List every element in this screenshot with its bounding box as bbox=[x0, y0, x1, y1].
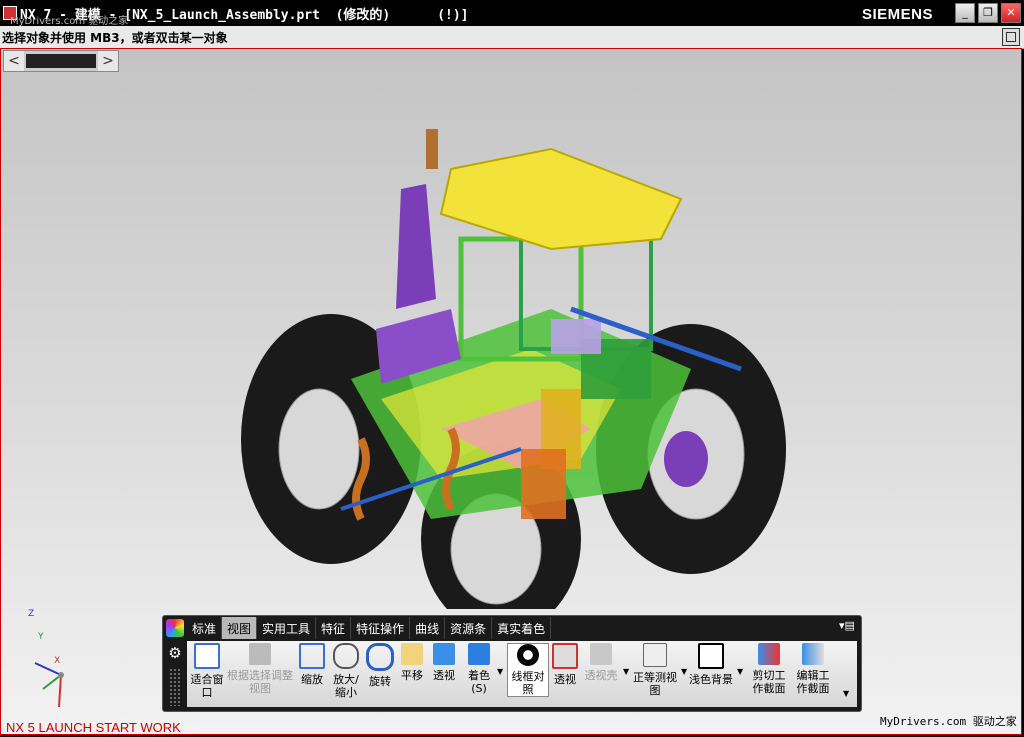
title-bar: NX 7 - 建模 - [NX_5_Launch_Assembly.prt (修… bbox=[0, 0, 1024, 27]
rotate-button[interactable]: 旋转 bbox=[365, 643, 395, 688]
tool-label: 透视 bbox=[433, 669, 455, 682]
fit-selection-icon bbox=[249, 643, 271, 665]
zoom-in-out-icon bbox=[333, 643, 359, 669]
toolbar-options-icon[interactable]: ▾▤ bbox=[839, 619, 857, 633]
maximize-button[interactable]: ❐ bbox=[978, 3, 998, 23]
tab-utilities[interactable]: 实用工具 bbox=[257, 617, 317, 639]
minimize-button[interactable]: _ bbox=[955, 3, 975, 23]
zoom-in-out-button[interactable]: 放大/缩小 bbox=[329, 643, 363, 699]
toolbar-buttons: 适合窗口 根据选择调整视图 缩放 放大/缩小 旋转 平移 透视 着色(S) ▼ … bbox=[187, 641, 857, 707]
edit-section-button[interactable]: 编辑工作截面 bbox=[793, 643, 833, 695]
shaded-button[interactable]: 着色(S) bbox=[463, 643, 495, 695]
see-through-shell-icon bbox=[590, 643, 612, 665]
edit-section-icon bbox=[802, 643, 824, 665]
nx-logo-icon[interactable] bbox=[166, 619, 184, 637]
wireframe-button[interactable]: 线框对照 bbox=[507, 643, 549, 697]
tab-curve[interactable]: 曲线 bbox=[410, 617, 446, 639]
tool-label: 透视 bbox=[554, 673, 576, 686]
full-screen-icon[interactable] bbox=[1002, 28, 1020, 46]
triad-x-label: X bbox=[54, 656, 61, 666]
tab-standard[interactable]: 标准 bbox=[187, 617, 223, 639]
fit-to-selection-button[interactable]: 根据选择调整视图 bbox=[227, 643, 293, 695]
tool-label: 剪切工作截面 bbox=[752, 669, 786, 695]
scroll-track[interactable] bbox=[26, 54, 96, 68]
pan-icon bbox=[401, 643, 423, 665]
see-through-shell-button[interactable]: 透视壳 bbox=[581, 643, 621, 682]
siemens-logo: SIEMENS bbox=[862, 6, 934, 23]
fit-button[interactable]: 适合窗口 bbox=[189, 643, 225, 699]
shaded-icon bbox=[468, 643, 490, 665]
tool-label: 浅色背景 bbox=[689, 673, 733, 686]
clip-section-icon bbox=[758, 643, 780, 665]
see-through-button[interactable]: 透视 bbox=[551, 643, 579, 686]
tab-resource-bar[interactable]: 资源条 bbox=[445, 617, 493, 639]
shaded-dropdown-icon[interactable]: ▼ bbox=[497, 667, 503, 676]
toolbar-more-icon[interactable]: ▼ bbox=[843, 689, 849, 698]
tool-label: 着色(S) bbox=[468, 669, 490, 695]
tool-label: 正等测视图 bbox=[633, 671, 677, 697]
cab-roof bbox=[439, 147, 683, 251]
tractor-assembly-model[interactable] bbox=[221, 129, 821, 609]
tool-label: 根据选择调整视图 bbox=[227, 669, 293, 695]
status-bar: 选择对象并使用 MB3，或者双击某一对象 bbox=[0, 26, 1024, 49]
toolbar-grip[interactable] bbox=[169, 668, 181, 706]
clip-section-button[interactable]: 剪切工作截面 bbox=[749, 643, 789, 695]
tool-label: 透视壳 bbox=[584, 669, 618, 682]
tool-label: 线框对照 bbox=[511, 670, 545, 696]
rear-hub bbox=[664, 431, 708, 487]
tab-feature[interactable]: 特征 bbox=[316, 617, 352, 639]
tab-view[interactable]: 视图 bbox=[222, 617, 258, 639]
tool-label: 旋转 bbox=[369, 675, 391, 688]
view-scroller[interactable]: < > bbox=[3, 50, 119, 72]
light-background-icon bbox=[698, 643, 724, 669]
background-dropdown-icon[interactable]: ▼ bbox=[737, 667, 743, 676]
toolbar-tabs: 标准 视图 实用工具 特征 特征操作 曲线 资源条 真实着色 bbox=[187, 617, 552, 639]
isometric-icon bbox=[643, 643, 667, 667]
view-toolbar: 标准 视图 实用工具 特征 特征操作 曲线 资源条 真实着色 ▾▤ ⚙ 适合窗口… bbox=[162, 615, 862, 712]
tool-label: 平移 bbox=[401, 669, 423, 682]
muffler-tip bbox=[426, 129, 438, 169]
pan-button[interactable]: 平移 bbox=[397, 643, 427, 682]
see-through-dropdown-icon[interactable]: ▼ bbox=[623, 667, 629, 676]
zoom-icon bbox=[299, 643, 325, 669]
watermark-top: MyDrivers.com 驱动之家 bbox=[10, 16, 129, 27]
tab-feature-operation[interactable]: 特征操作 bbox=[351, 617, 411, 639]
tab-true-shading[interactable]: 真实着色 bbox=[492, 617, 552, 639]
rear-left-rim bbox=[278, 388, 360, 510]
close-button[interactable]: ✕ bbox=[1001, 3, 1021, 23]
tool-label: 适合窗口 bbox=[190, 673, 224, 699]
scroll-left-button[interactable]: < bbox=[4, 51, 24, 71]
gear-icon[interactable]: ⚙ bbox=[166, 644, 184, 662]
status-prompt: 选择对象并使用 MB3，或者双击某一对象 bbox=[2, 31, 228, 45]
rotate-icon bbox=[366, 643, 394, 671]
triad-z-label: Z bbox=[28, 609, 35, 619]
fit-icon bbox=[194, 643, 220, 669]
wireframe-icon bbox=[517, 644, 539, 666]
perspective-icon bbox=[433, 643, 455, 665]
zoom-button[interactable]: 缩放 bbox=[297, 643, 327, 686]
tool-label: 放大/缩小 bbox=[333, 673, 359, 699]
see-through-icon bbox=[552, 643, 578, 669]
exhaust-stack bbox=[396, 184, 436, 309]
wcs-triad-icon bbox=[34, 662, 64, 708]
banner-text: NX 5 LAUNCH START WORK bbox=[6, 720, 181, 735]
watermark-bottom: MyDrivers.com 驱动之家 bbox=[880, 715, 1017, 728]
triad-y-label: Y bbox=[38, 632, 44, 642]
light-background-button[interactable]: 浅色背景 bbox=[689, 643, 733, 686]
tool-label: 缩放 bbox=[301, 673, 323, 686]
tool-label: 编辑工作截面 bbox=[796, 669, 830, 695]
isometric-button[interactable]: 正等测视图 bbox=[633, 643, 677, 697]
scroll-right-button[interactable]: > bbox=[98, 51, 118, 71]
view-dropdown-icon[interactable]: ▼ bbox=[681, 667, 687, 676]
perspective-button[interactable]: 透视 bbox=[429, 643, 459, 682]
